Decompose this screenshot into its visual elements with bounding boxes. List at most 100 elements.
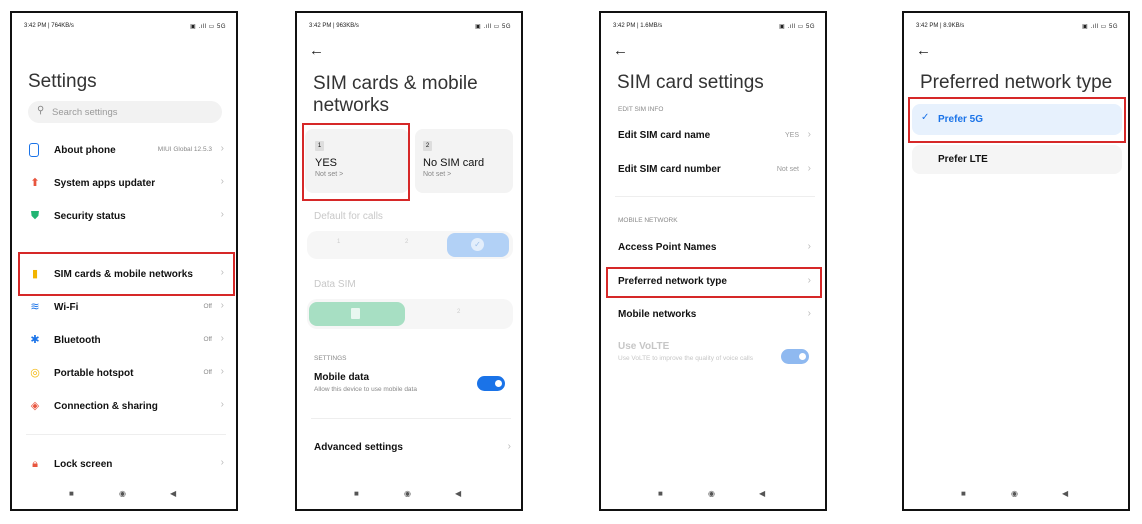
settings-item-bluetooth[interactable]: ✱ Bluetooth Off › xyxy=(26,330,226,352)
settings-item-security-status[interactable]: ⛊ Security status › xyxy=(26,206,226,228)
bluetooth-icon: ✱ xyxy=(30,334,40,346)
nav-bar: ■ ◉ ◀ xyxy=(12,489,236,503)
mobile-data-toggle[interactable] xyxy=(477,376,505,391)
settings-item-portable-hotspot[interactable]: ◎ Portable hotspot Off › xyxy=(26,363,226,385)
back-arrow-icon[interactable]: ← xyxy=(613,42,628,59)
settings-item-system-apps-updater[interactable]: ⬆ System apps updater › xyxy=(26,173,226,195)
section-header-settings: SETTINGS xyxy=(314,355,347,362)
status-time: 3:42 PM | 1.6MB/s xyxy=(613,23,663,29)
search-icon: ⚲ xyxy=(37,105,45,116)
hotspot-icon: ◎ xyxy=(30,367,40,379)
chevron-right-icon: › xyxy=(220,457,224,468)
settings-item-connection-sharing[interactable]: ◈ Connection & sharing › xyxy=(26,396,226,418)
nav-bar: ■ ◉ ◀ xyxy=(297,489,521,503)
lock-icon: 🔒︎ xyxy=(32,458,38,470)
status-bar: 3:42 PM | 764KB/s ▣ .ıll ▭ 5G xyxy=(24,23,226,33)
status-time: 3:42 PM | 764KB/s xyxy=(24,23,74,29)
sim2-card[interactable]: 2 No SIM card Not set > xyxy=(415,129,513,193)
back-arrow-icon[interactable]: ← xyxy=(916,42,931,59)
edit-sim-name-label[interactable]: Edit SIM card name xyxy=(618,130,710,141)
back-icon[interactable]: ◀ xyxy=(759,489,765,498)
home-icon[interactable]: ◉ xyxy=(119,489,126,498)
chevron-right-icon: › xyxy=(807,129,811,140)
section-header-edit-sim-info: EDIT SIM INFO xyxy=(618,106,664,113)
chevron-right-icon: › xyxy=(220,333,224,344)
connection-sharing-icon: ◈ xyxy=(30,400,40,412)
item-label: Wi-Fi xyxy=(54,302,79,313)
advanced-settings-label[interactable]: Advanced settings xyxy=(314,442,403,453)
page-title: Preferred network type xyxy=(920,72,1113,93)
item-label: Lock screen xyxy=(54,459,113,470)
status-icons: ▣ .ıll ▭ 5G xyxy=(190,24,226,30)
recent-apps-icon[interactable]: ■ xyxy=(658,489,663,498)
data-sim-selector[interactable]: 2 xyxy=(307,299,513,329)
status-bar: 3:42 PM | 8.9KB/s ▣ .ıll ▭ 5G xyxy=(916,23,1118,33)
section-header-mobile-network: MOBILE NETWORK xyxy=(618,217,678,224)
highlight-box xyxy=(908,97,1126,143)
default-calls-label: Default for calls xyxy=(314,211,383,222)
chevron-right-icon: › xyxy=(807,241,811,252)
access-point-names-label[interactable]: Access Point Names xyxy=(618,242,716,253)
chevron-right-icon: › xyxy=(220,143,224,154)
chevron-right-icon: › xyxy=(220,366,224,377)
shield-icon: ⛊ xyxy=(30,210,40,222)
check-icon: ✓ xyxy=(471,238,484,251)
recent-apps-icon[interactable]: ■ xyxy=(354,489,359,498)
wifi-icon: ≋ xyxy=(30,301,40,313)
use-volte-toggle[interactable] xyxy=(781,349,809,364)
item-label: System apps updater xyxy=(54,178,156,189)
nav-bar: ■ ◉ ◀ xyxy=(904,489,1128,503)
item-label: Security status xyxy=(54,211,126,222)
chevron-right-icon: › xyxy=(220,209,224,220)
default-calls-selector[interactable]: 1 2 ✓ xyxy=(307,231,513,259)
calls-option-ask[interactable]: ✓ xyxy=(447,233,509,257)
status-bar: 3:42 PM | 1.6MB/s ▣ .ıll ▭ 5G xyxy=(613,23,815,33)
item-label: Portable hotspot xyxy=(54,368,134,379)
status-icons: ▣ .ıll ▭ 5G xyxy=(1082,24,1118,30)
mobile-networks-label[interactable]: Mobile networks xyxy=(618,309,696,320)
back-icon[interactable]: ◀ xyxy=(455,489,461,498)
sim2-name: No SIM card xyxy=(423,157,485,169)
mobile-data-label: Mobile data xyxy=(314,372,370,383)
settings-screen: 3:42 PM | 764KB/s ▣ .ıll ▭ 5G Settings ⚲… xyxy=(10,11,238,511)
phone-icon xyxy=(29,143,39,157)
sim-card-icon xyxy=(351,308,360,319)
recent-apps-icon[interactable]: ■ xyxy=(69,489,74,498)
use-volte-label: Use VoLTE xyxy=(618,341,670,352)
item-value: Off xyxy=(203,336,212,343)
settings-item-wifi[interactable]: ≋ Wi-Fi Off › xyxy=(26,297,226,319)
data-option-sim1[interactable] xyxy=(309,302,405,326)
calls-option-sim2[interactable]: 2 xyxy=(405,239,408,245)
page-title: Settings xyxy=(28,71,97,92)
option-prefer-lte[interactable]: Prefer LTE xyxy=(912,145,1122,174)
back-arrow-icon[interactable]: ← xyxy=(309,42,324,59)
item-value: Off xyxy=(203,369,212,376)
calls-option-sim1[interactable]: 1 xyxy=(337,239,340,245)
recent-apps-icon[interactable]: ■ xyxy=(961,489,966,498)
status-time: 3:42 PM | 963KB/s xyxy=(309,23,359,29)
settings-item-lock-screen[interactable]: 🔒︎ Lock screen › xyxy=(26,454,226,476)
settings-item-about-phone[interactable]: About phone MIUI Global 12.5.3 › xyxy=(26,140,226,162)
sim2-status: Not set > xyxy=(423,171,452,178)
sim2-slot: 2 xyxy=(423,141,432,151)
back-icon[interactable]: ◀ xyxy=(1062,489,1068,498)
back-icon[interactable]: ◀ xyxy=(170,489,176,498)
item-value: MIUI Global 12.5.3 xyxy=(157,146,212,153)
item-label: Connection & sharing xyxy=(54,401,158,412)
status-icons: ▣ .ıll ▭ 5G xyxy=(779,24,815,30)
home-icon[interactable]: ◉ xyxy=(1011,489,1018,498)
search-input[interactable]: ⚲ Search settings xyxy=(28,101,222,123)
home-icon[interactable]: ◉ xyxy=(404,489,411,498)
chevron-right-icon: › xyxy=(507,441,511,452)
divider xyxy=(26,434,226,435)
edit-sim-number-label[interactable]: Edit SIM card number xyxy=(618,164,721,175)
edit-sim-name-value: YES xyxy=(784,132,799,139)
sim-cards-screen: 3:42 PM | 963KB/s ▣ .ıll ▭ 5G ← SIM card… xyxy=(295,11,523,511)
home-icon[interactable]: ◉ xyxy=(708,489,715,498)
item-label: Bluetooth xyxy=(54,335,101,346)
item-label: About phone xyxy=(54,145,116,156)
data-option-sim2[interactable]: 2 xyxy=(457,309,460,315)
search-placeholder: Search settings xyxy=(52,107,118,118)
chevron-right-icon: › xyxy=(220,399,224,410)
chevron-right-icon: › xyxy=(807,163,811,174)
